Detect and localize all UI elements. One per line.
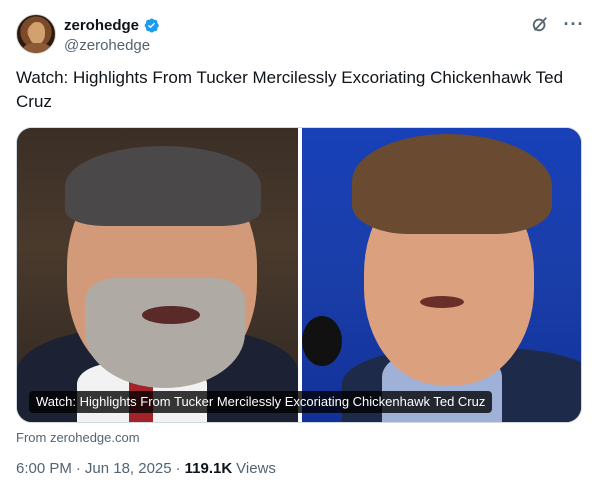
- more-options-icon[interactable]: ···: [564, 14, 584, 34]
- tweet-text: Watch: Highlights From Tucker Mercilessl…: [16, 68, 564, 111]
- header-actions: ···: [530, 14, 584, 34]
- avatar-body: [23, 43, 51, 53]
- card-source[interactable]: From zerohedge.com: [16, 430, 140, 445]
- microphone: [302, 316, 342, 366]
- left-photo-hair: [65, 146, 261, 226]
- link-card[interactable]: Watch: Highlights From Tucker Mercilessl…: [16, 127, 582, 423]
- display-name[interactable]: zerohedge: [64, 17, 139, 34]
- author-names: zerohedge @zerohedge: [64, 15, 160, 54]
- views-label: Views: [236, 460, 276, 477]
- tweet-meta: 6:00 PM · Jun 18, 2025 · 119.1K Views: [16, 460, 276, 477]
- verified-badge-icon: [144, 17, 159, 33]
- card-caption: Watch: Highlights From Tucker Mercilessl…: [29, 391, 493, 413]
- right-photo-mouth: [420, 296, 464, 308]
- meta-separator: ·: [75, 460, 81, 477]
- meta-separator: ·: [175, 460, 181, 477]
- grok-icon[interactable]: [530, 14, 550, 34]
- card-photo-right: [302, 128, 581, 422]
- avatar[interactable]: [16, 14, 56, 54]
- views-count: 119.1K: [184, 460, 233, 477]
- author-handle[interactable]: @zerohedge: [64, 37, 160, 54]
- display-name-row: zerohedge: [64, 15, 160, 35]
- tweet-date[interactable]: Jun 18, 2025: [85, 460, 172, 477]
- tweet-header: zerohedge @zerohedge ···: [16, 12, 584, 56]
- left-photo-mouth: [142, 306, 200, 324]
- right-photo-hair: [352, 134, 552, 234]
- card-photo-left: [17, 128, 298, 422]
- tweet-time[interactable]: 6:00 PM: [16, 460, 72, 477]
- avatar-face: [29, 22, 45, 44]
- left-photo-beard: [85, 278, 245, 388]
